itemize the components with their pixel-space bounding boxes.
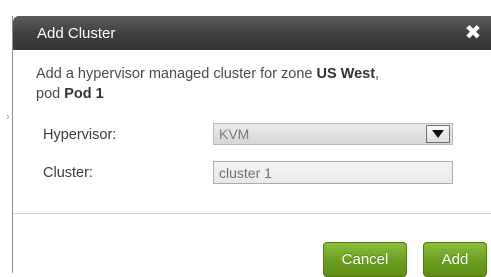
- chevron-down-icon[interactable]: [426, 125, 450, 143]
- hypervisor-selected-value: KVM: [219, 126, 250, 142]
- hypervisor-row: Hypervisor: KVM: [43, 123, 463, 147]
- pod-prefix: pod: [36, 86, 65, 102]
- add-cluster-dialog: Add Cluster ✖ Add a hypervisor managed c…: [12, 16, 491, 277]
- zone-name: US West: [316, 66, 376, 82]
- dialog-description: Add a hypervisor managed cluster for zon…: [36, 64, 476, 104]
- close-icon[interactable]: ✖: [463, 22, 483, 44]
- cluster-label: Cluster:: [43, 165, 93, 181]
- dialog-titlebar: Add Cluster ✖: [13, 16, 491, 50]
- description-prefix: Add a hypervisor managed cluster for zon…: [36, 66, 317, 82]
- dialog-divider: [13, 213, 491, 214]
- backdrop: [0, 0, 12, 273]
- cluster-name-input[interactable]: [213, 161, 453, 184]
- cluster-row: Cluster:: [43, 161, 463, 185]
- cancel-button[interactable]: Cancel: [323, 242, 407, 277]
- description-middle: ,: [375, 66, 380, 82]
- add-button[interactable]: Add: [423, 242, 487, 277]
- backdrop-edge-mark: ›: [6, 111, 10, 123]
- hypervisor-select[interactable]: KVM: [213, 123, 453, 145]
- pod-name: Pod 1: [64, 86, 104, 102]
- hypervisor-label: Hypervisor:: [43, 127, 117, 143]
- dialog-title: Add Cluster: [37, 25, 116, 42]
